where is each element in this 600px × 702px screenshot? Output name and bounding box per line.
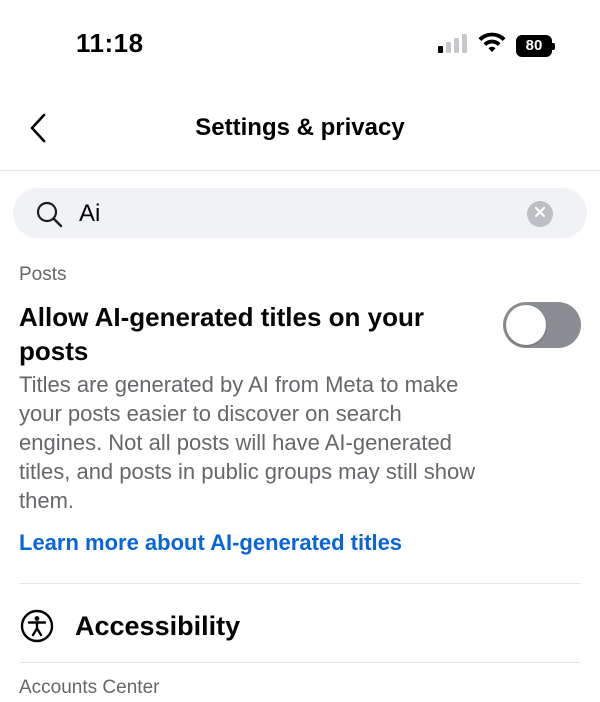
status-bar: 11:18 80 (0, 0, 600, 90)
battery-icon: 80 (516, 34, 555, 57)
cellular-signal-icon (438, 33, 468, 58)
accessibility-icon (19, 608, 55, 644)
battery-level: 80 (525, 37, 543, 54)
toggle-knob (506, 305, 546, 345)
search-bar[interactable] (13, 188, 587, 238)
search-input[interactable] (77, 196, 521, 232)
status-time: 11:18 (76, 28, 144, 58)
divider (19, 662, 581, 663)
clear-icon (534, 205, 546, 223)
divider (19, 583, 581, 584)
ai-titles-description: Titles are generated by AI from Meta to … (19, 372, 476, 513)
page-title: Settings & privacy (195, 114, 405, 141)
clear-search-button[interactable] (527, 201, 553, 227)
nav-bar: Settings & privacy (0, 90, 600, 171)
accessibility-label: Accessibility (75, 610, 241, 641)
status-icons: 80 (438, 32, 555, 59)
learn-more-link[interactable]: Learn more about AI-generated titles (19, 530, 402, 556)
ai-titles-setting-title: Allow AI-generated titles on your posts (19, 302, 424, 366)
search-icon (35, 200, 63, 233)
section-label-posts: Posts (19, 264, 67, 285)
section-label-accounts-center: Accounts Center (19, 677, 160, 698)
wifi-icon (478, 32, 506, 59)
accessibility-row[interactable]: Accessibility (19, 600, 581, 652)
ai-titles-toggle[interactable] (503, 302, 581, 348)
